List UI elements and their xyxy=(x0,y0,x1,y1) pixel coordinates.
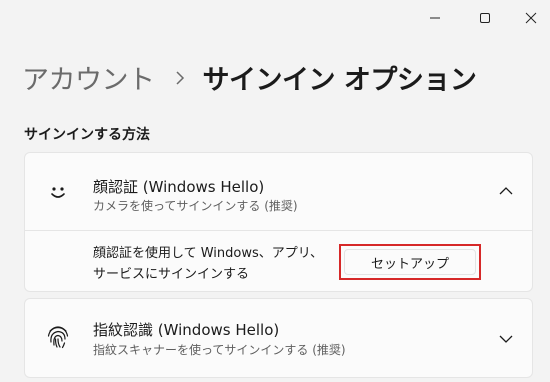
section-title: サインインする方法 xyxy=(24,127,150,143)
settings-window: アカウント サインイン オプション サインインする方法 顔認証 (Windows… xyxy=(0,0,550,382)
close-icon xyxy=(525,12,537,24)
chevron-up-icon[interactable] xyxy=(496,181,516,201)
fingerprint-icon xyxy=(43,321,73,351)
minimize-icon xyxy=(429,12,441,24)
fingerprint-card: 指紋認識 (Windows Hello) 指紋スキャナーを使ってサインインする … xyxy=(24,298,533,378)
face-smile-icon xyxy=(43,177,73,207)
breadcrumb-parent-link[interactable]: アカウント xyxy=(22,58,155,97)
face-recognition-card: 顔認証 (Windows Hello) カメラを使ってサインインする (推奨) … xyxy=(24,152,533,292)
face-recognition-subtitle: カメラを使ってサインインする (推奨) xyxy=(93,199,298,213)
chevron-down-icon[interactable] xyxy=(496,329,516,349)
breadcrumb: アカウント サインイン オプション xyxy=(22,58,477,97)
setup-button-label: セットアップ xyxy=(370,256,449,272)
face-recognition-description: 顔認証を使用して Windows、アプリ、サービスにサインインする xyxy=(93,246,323,282)
fingerprint-subtitle: 指紋スキャナーを使ってサインインする (推奨) xyxy=(93,343,346,357)
maximize-icon xyxy=(479,12,491,24)
divider xyxy=(25,230,532,231)
maximize-button[interactable] xyxy=(462,0,508,36)
setup-button[interactable]: セットアップ xyxy=(339,244,481,280)
minimize-button[interactable] xyxy=(412,0,458,36)
face-recognition-header[interactable]: 顔認証 (Windows Hello) カメラを使ってサインインする (推奨) xyxy=(25,153,532,230)
fingerprint-title: 指紋認識 (Windows Hello) xyxy=(93,321,280,339)
face-recognition-title: 顔認証 (Windows Hello) xyxy=(93,178,265,196)
close-button[interactable] xyxy=(508,0,550,36)
chevron-right-icon xyxy=(175,70,185,85)
fingerprint-header[interactable]: 指紋認識 (Windows Hello) 指紋スキャナーを使ってサインインする … xyxy=(25,299,532,379)
page-title: サインイン オプション xyxy=(202,65,477,96)
